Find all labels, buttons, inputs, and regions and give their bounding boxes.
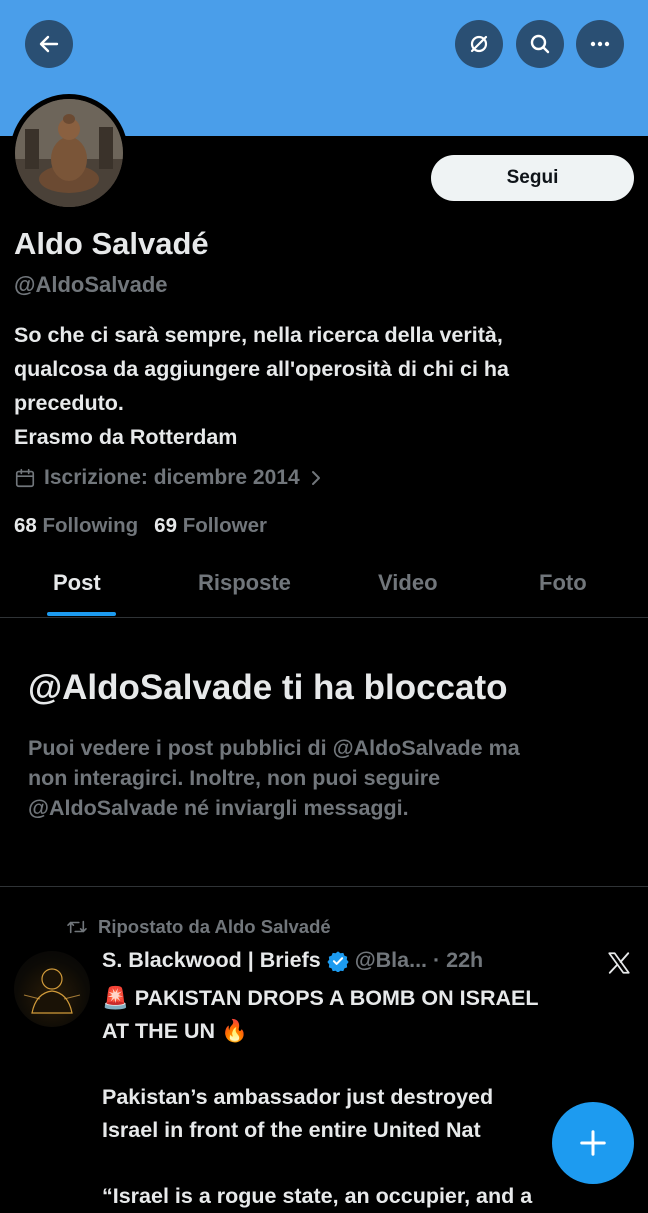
tab-post[interactable]: Post <box>53 570 101 596</box>
repost-label[interactable]: Ripostato da Aldo Salvadé <box>98 916 331 938</box>
avatar-image <box>15 99 123 207</box>
repost-indicator: Ripostato da Aldo Salvadé <box>66 916 331 938</box>
blocked-message: Puoi vedere i post pubblici di @AldoSalv… <box>28 733 628 823</box>
bio-line: qualcosa da aggiungere all'operosità di … <box>14 357 509 381</box>
chevron-right-icon <box>311 471 320 485</box>
following-link[interactable]: 68 Following <box>14 514 138 538</box>
profile-tabs: Post Risposte Video Foto <box>0 560 648 618</box>
profile-avatar[interactable] <box>10 94 128 212</box>
bio-line: preceduto. <box>14 391 124 415</box>
post-line: 🚨 PAKISTAN DROPS A BOMB ON ISRAEL <box>102 986 539 1010</box>
post-line: “Israel is a rogue state, an occupier, a… <box>102 1184 533 1208</box>
following-count: 68 <box>14 514 37 537</box>
tab-photo[interactable]: Foto <box>539 570 587 596</box>
post-line <box>102 1048 642 1081</box>
follow-counts: 68 Following 69 Follower <box>14 514 267 538</box>
verified-badge-icon <box>327 950 349 972</box>
repost-icon <box>67 920 87 934</box>
bio-line: Erasmo da Rotterdam <box>14 425 238 449</box>
joined-date[interactable]: Iscrizione: dicembre 2014 <box>14 466 324 490</box>
calendar-icon <box>15 468 35 488</box>
post-text[interactable]: 🚨 PAKISTAN DROPS A BOMB ON ISRAEL AT THE… <box>102 982 642 1213</box>
search-icon <box>530 34 550 54</box>
search-button[interactable] <box>516 20 564 68</box>
blocked-line: Puoi vedere i post pubblici di @AldoSalv… <box>28 736 520 760</box>
tab-video[interactable]: Video <box>378 570 438 596</box>
followers-count: 69 <box>154 514 177 537</box>
profile-bio: So che ci sarà sempre, nella ricerca del… <box>14 318 634 454</box>
profile-name: Aldo Salvadé <box>14 226 209 261</box>
profile-handle: @AldoSalvade <box>14 272 168 297</box>
section-divider <box>0 886 648 887</box>
compose-button[interactable] <box>552 1102 634 1184</box>
arrow-left-icon <box>39 35 59 53</box>
active-tab-indicator <box>47 612 116 616</box>
post-author-name[interactable]: S. Blackwood | Briefs <box>102 948 321 973</box>
more-button[interactable] <box>576 20 624 68</box>
blocked-line: non interagirci. Inoltre, non puoi segui… <box>28 766 441 790</box>
post-author-avatar[interactable] <box>14 951 90 1027</box>
spaces-button[interactable] <box>455 20 503 68</box>
slashed-circle-icon <box>470 35 488 53</box>
follow-button[interactable]: Segui <box>431 155 634 201</box>
blocked-line: @AldoSalvade né inviargli messaggi. <box>28 796 409 820</box>
following-label: Following <box>42 514 139 537</box>
x-logo-icon <box>606 950 632 981</box>
post-handle-time: @Bla... · 22h <box>354 948 484 972</box>
post-line: Pakistan’s ambassador just destroyed <box>102 1085 494 1109</box>
post-header: S. Blackwood | Briefs @Bla... · 22h <box>102 948 483 973</box>
plus-icon <box>580 1130 606 1156</box>
tab-replies[interactable]: Risposte <box>198 570 291 596</box>
blocked-title: @AldoSalvade ti ha bloccato <box>28 668 508 707</box>
post-line: AT THE UN 🔥 <box>102 1019 248 1043</box>
more-dots-icon <box>590 41 610 47</box>
joined-text: Iscrizione: dicembre 2014 <box>44 466 300 489</box>
back-button[interactable] <box>25 20 73 68</box>
bio-line: So che ci sarà sempre, nella ricerca del… <box>14 323 503 347</box>
followers-label: Follower <box>182 514 267 537</box>
followers-link[interactable]: 69 Follower <box>154 514 267 538</box>
